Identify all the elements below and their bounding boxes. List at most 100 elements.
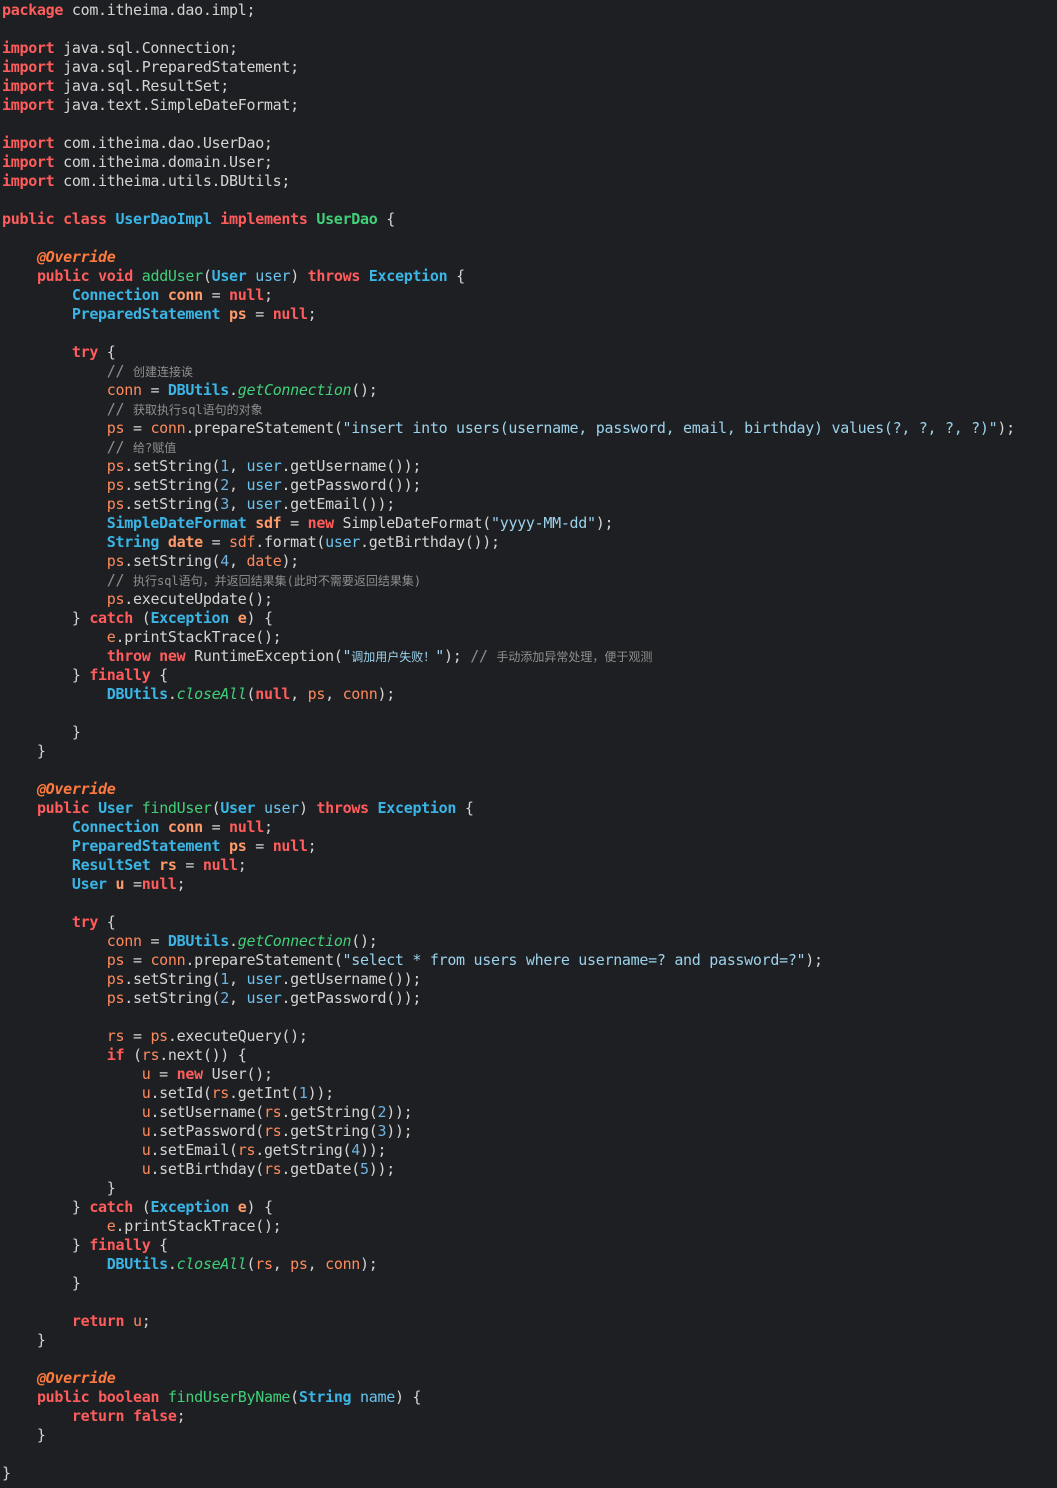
code-line[interactable]: // 创建连接诶 <box>0 362 1057 381</box>
code-line[interactable]: ps.setString(4, date); <box>0 552 1057 571</box>
code-token-keyword: null <box>255 685 291 703</box>
code-token-comment: // <box>470 647 497 665</box>
code-line[interactable]: u = new User(); <box>0 1065 1057 1084</box>
code-token-plain: ); <box>595 514 614 532</box>
code-line[interactable]: if (rs.next()) { <box>0 1046 1057 1065</box>
code-line[interactable]: PreparedStatement ps = null; <box>0 305 1057 324</box>
code-token-keyword: import <box>2 77 55 95</box>
code-line[interactable]: import com.itheima.dao.UserDao; <box>0 134 1057 153</box>
code-line[interactable]: ps.setString(1, user.getUsername()); <box>0 457 1057 476</box>
code-line[interactable]: ​ <box>0 761 1057 780</box>
code-editor[interactable]: package com.itheima.dao.impl;​import jav… <box>0 0 1057 1488</box>
code-line[interactable]: ps.setString(2, user.getPassword()); <box>0 989 1057 1008</box>
code-line[interactable]: } catch (Exception e) { <box>0 609 1057 628</box>
code-line[interactable]: } <box>0 1426 1057 1445</box>
code-line[interactable]: // 给?赋值 <box>0 438 1057 457</box>
code-line[interactable]: try { <box>0 343 1057 362</box>
code-line[interactable]: public User findUser(User user) throws E… <box>0 799 1057 818</box>
code-line[interactable]: User u =null; <box>0 875 1057 894</box>
code-token-plain: ; <box>307 305 317 323</box>
code-view[interactable]: package com.itheima.dao.impl;​import jav… <box>0 1 1057 1483</box>
code-line[interactable]: ps.executeUpdate(); <box>0 590 1057 609</box>
code-line[interactable]: try { <box>0 913 1057 932</box>
code-line[interactable]: u.setBirthday(rs.getDate(5)); <box>0 1160 1057 1179</box>
code-line[interactable]: ​ <box>0 894 1057 913</box>
code-line[interactable]: ps.setString(3, user.getEmail()); <box>0 495 1057 514</box>
code-line[interactable]: ps.setString(2, user.getPassword()); <box>0 476 1057 495</box>
code-line[interactable]: conn = DBUtils.getConnection(); <box>0 932 1057 951</box>
code-line[interactable]: ​ <box>0 704 1057 723</box>
code-token-field: ps <box>307 685 326 703</box>
code-line[interactable]: } <box>0 1274 1057 1293</box>
code-line[interactable]: DBUtils.closeAll(null, ps, conn); <box>0 685 1057 704</box>
code-line[interactable]: e.printStackTrace(); <box>0 628 1057 647</box>
code-line[interactable]: } catch (Exception e) { <box>0 1198 1057 1217</box>
code-line[interactable]: public class UserDaoImpl implements User… <box>0 210 1057 229</box>
code-line[interactable]: u.setUsername(rs.getString(2)); <box>0 1103 1057 1122</box>
code-line[interactable]: } finally { <box>0 666 1057 685</box>
code-line[interactable]: ​ <box>0 1008 1057 1027</box>
code-line[interactable]: import java.sql.PreparedStatement; <box>0 58 1057 77</box>
code-line[interactable]: } <box>0 742 1057 761</box>
code-line[interactable]: } <box>0 1179 1057 1198</box>
code-line[interactable]: import java.text.SimpleDateFormat; <box>0 96 1057 115</box>
code-line[interactable]: import com.itheima.domain.User; <box>0 153 1057 172</box>
code-line[interactable]: SimpleDateFormat sdf = new SimpleDateFor… <box>0 514 1057 533</box>
code-line[interactable]: @Override <box>0 248 1057 267</box>
code-line[interactable]: } <box>0 1331 1057 1350</box>
code-token-variable: conn <box>167 286 203 304</box>
code-line[interactable]: } finally { <box>0 1236 1057 1255</box>
code-line[interactable]: ​ <box>0 229 1057 248</box>
code-line[interactable]: u.setId(rs.getInt(1)); <box>0 1084 1057 1103</box>
code-line[interactable]: } <box>0 1464 1057 1483</box>
code-line[interactable]: Connection conn = null; <box>0 286 1057 305</box>
code-line[interactable]: @Override <box>0 1369 1057 1388</box>
code-line[interactable]: ps = conn.prepareStatement("select * fro… <box>0 951 1057 970</box>
code-line[interactable]: ps.setString(1, user.getUsername()); <box>0 970 1057 989</box>
code-line[interactable]: Connection conn = null; <box>0 818 1057 837</box>
code-line[interactable]: public boolean findUserByName(String nam… <box>0 1388 1057 1407</box>
code-token-plain: ; <box>176 875 186 893</box>
code-line[interactable]: ​ <box>0 324 1057 343</box>
code-line[interactable]: @Override <box>0 780 1057 799</box>
code-line[interactable]: ​ <box>0 1350 1057 1369</box>
code-line[interactable]: rs = ps.executeQuery(); <box>0 1027 1057 1046</box>
code-line[interactable]: DBUtils.closeAll(rs, ps, conn); <box>0 1255 1057 1274</box>
code-line[interactable]: PreparedStatement ps = null; <box>0 837 1057 856</box>
code-line[interactable]: ​ <box>0 1445 1057 1464</box>
code-line[interactable]: ​ <box>0 1293 1057 1312</box>
code-line[interactable]: String date = sdf.format(user.getBirthda… <box>0 533 1057 552</box>
code-line[interactable]: package com.itheima.dao.impl; <box>0 1 1057 20</box>
code-token-comment-cjk: 创建连接诶 <box>132 365 193 379</box>
code-line[interactable]: public void addUser(User user) throws Ex… <box>0 267 1057 286</box>
code-token-param: user <box>246 457 282 475</box>
code-line[interactable]: } <box>0 723 1057 742</box>
code-line[interactable]: throw new RuntimeException("调加用户失败！"); /… <box>0 647 1057 666</box>
code-token-field: date <box>246 552 282 570</box>
code-line[interactable]: ps = conn.prepareStatement("insert into … <box>0 419 1057 438</box>
code-line[interactable]: e.printStackTrace(); <box>0 1217 1057 1236</box>
code-token-plain: ; <box>263 286 273 304</box>
code-line[interactable]: u.setEmail(rs.getString(4)); <box>0 1141 1057 1160</box>
code-token-param: user <box>264 799 299 817</box>
code-line[interactable]: return u; <box>0 1312 1057 1331</box>
code-line[interactable]: ​ <box>0 20 1057 39</box>
code-line[interactable]: u.setPassword(rs.getString(3)); <box>0 1122 1057 1141</box>
code-line[interactable]: return false; <box>0 1407 1057 1426</box>
code-line[interactable]: import com.itheima.utils.DBUtils; <box>0 172 1057 191</box>
code-line[interactable]: ​ <box>0 191 1057 210</box>
code-line[interactable]: ResultSet rs = null; <box>0 856 1057 875</box>
code-line[interactable]: // 获取执行sql语句的对象 <box>0 400 1057 419</box>
code-line[interactable]: ​ <box>0 115 1057 134</box>
code-token-field: ps <box>106 419 125 437</box>
code-token-keyword: import <box>2 58 55 76</box>
code-line[interactable]: import java.sql.ResultSet; <box>0 77 1057 96</box>
code-line[interactable]: // 执行sql语句，并返回结果集(此时不需要返回结果集) <box>0 571 1057 590</box>
code-line[interactable]: conn = DBUtils.getConnection(); <box>0 381 1057 400</box>
code-line[interactable]: import java.sql.Connection; <box>0 39 1057 58</box>
